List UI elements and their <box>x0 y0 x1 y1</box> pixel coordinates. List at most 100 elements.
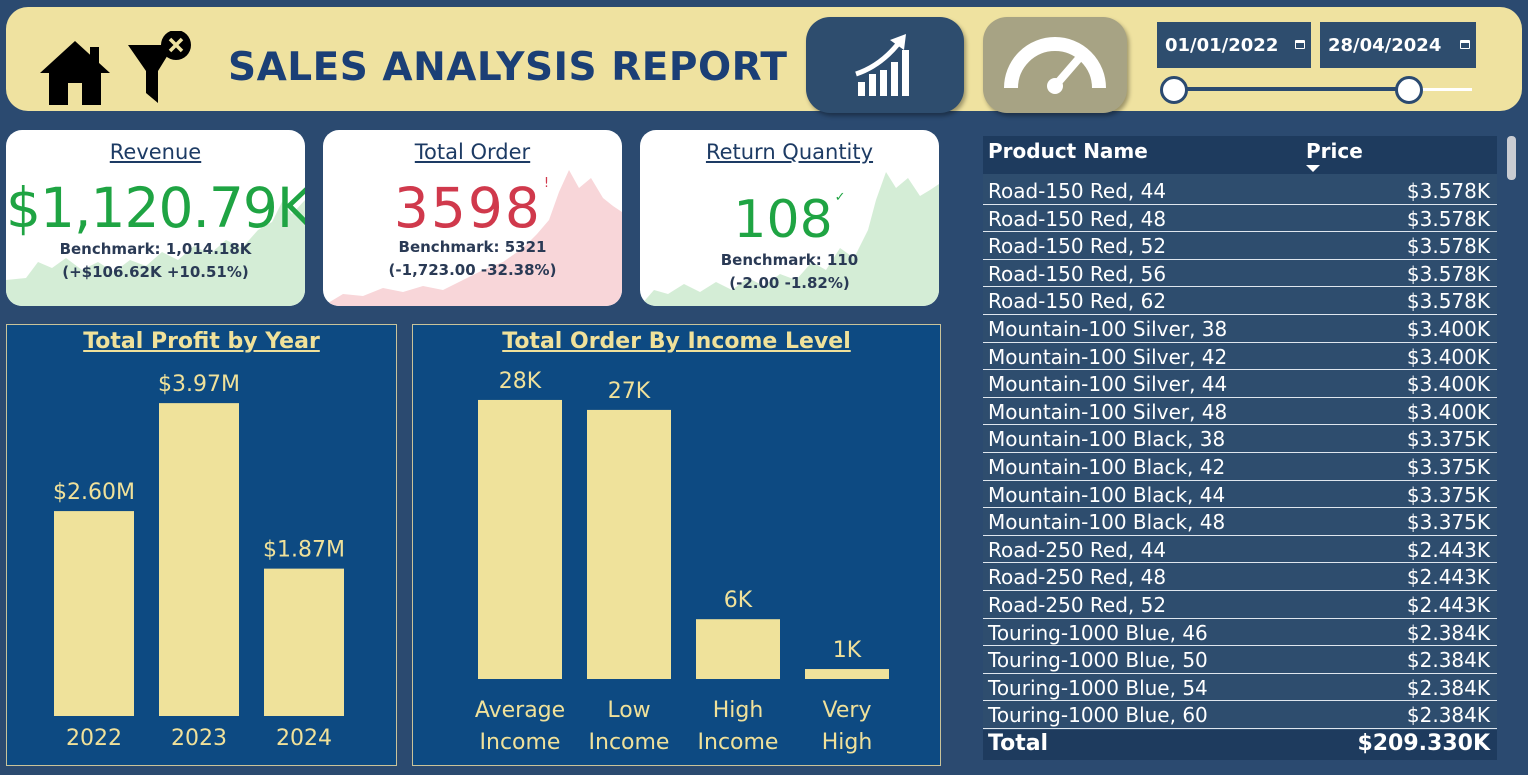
table-row[interactable]: Road-150 Red, 56 $3.578K <box>983 260 1497 288</box>
kpi-value: $1,120.79K✓ <box>6 176 305 240</box>
kpi-benchmark: Benchmark: 1,014.18K (+$106.62K +10.51%) <box>6 238 305 284</box>
data-label: $3.97M <box>158 372 240 397</box>
product-name-cell: Touring-1000 Blue, 46 <box>988 620 1208 645</box>
kpi-variance-text: (-1,723.00 -32.38%) <box>388 261 557 279</box>
price-cell: $3.578K <box>1406 234 1490 259</box>
growth-chart-icon <box>855 34 909 96</box>
kpi-variance-text: (+$106.62K +10.51%) <box>62 263 249 281</box>
table-row[interactable]: Touring-1000 Blue, 60 $2.384K <box>983 701 1497 729</box>
kpi-title: Return Quantity <box>705 140 874 164</box>
kpi-value-text: 3598 <box>393 176 542 240</box>
table-row[interactable]: Mountain-100 Black, 48 $3.375K <box>983 508 1497 536</box>
category-label: Very <box>823 698 872 723</box>
trend-button[interactable] <box>806 17 964 113</box>
table-row[interactable]: Road-150 Red, 62 $3.578K <box>983 287 1497 315</box>
table-row[interactable]: Mountain-100 Silver, 38 $3.400K <box>983 315 1497 343</box>
column-header-price[interactable]: Price <box>1306 139 1363 163</box>
product-name-cell: Mountain-100 Black, 42 <box>988 455 1226 479</box>
bar[interactable] <box>696 619 780 679</box>
product-name-cell: Road-250 Red, 48 <box>988 565 1167 590</box>
header-bar: SALES ANALYSIS REPORT 01/01/2022 28/04/2… <box>6 7 1522 113</box>
kpi-card-revenue[interactable]: Revenue $1,120.79K✓ Benchmark: 1,014.18K… <box>6 130 305 306</box>
bar[interactable] <box>54 511 134 716</box>
page-title: SALES ANALYSIS REPORT <box>228 45 788 90</box>
price-cell: $3.375K <box>1406 427 1490 452</box>
table-row[interactable]: Road-150 Red, 44 $3.578K <box>983 177 1497 205</box>
kpi-title: Total Order <box>414 140 531 164</box>
price-cell: $3.578K <box>1406 206 1490 231</box>
end-date-input[interactable]: 28/04/2024 <box>1320 22 1476 68</box>
table-row[interactable]: Touring-1000 Blue, 50 $2.384K <box>983 646 1497 674</box>
product-name-cell: Touring-1000 Blue, 50 <box>988 648 1208 673</box>
bar[interactable] <box>587 409 671 679</box>
price-cell: $3.375K <box>1406 455 1490 479</box>
product-name-cell: Touring-1000 Blue, 54 <box>988 675 1208 700</box>
kpi-value-text: 108 <box>733 190 833 250</box>
clear-filter-icon[interactable] <box>126 31 198 107</box>
table-row[interactable]: Road-250 Red, 48 $2.443K <box>983 563 1497 591</box>
price-cell: $3.400K <box>1406 372 1490 397</box>
column-header-product-name[interactable]: Product Name <box>988 139 1148 163</box>
order-by-income-chart[interactable]: Total Order By Income Level 28K Average In… <box>412 324 941 766</box>
alert-icon: ! <box>543 176 552 191</box>
calendar-icon[interactable] <box>1295 40 1305 49</box>
price-cell: $2.443K <box>1406 537 1490 562</box>
data-label: $2.60M <box>53 480 135 505</box>
product-price-table[interactable]: Product Name Price Road-150 Red, 44 $3.57… <box>983 136 1497 760</box>
kpi-value: 3598! <box>323 176 622 240</box>
bar[interactable] <box>264 568 344 716</box>
category-label: Income <box>589 730 670 755</box>
table-row[interactable]: Road-150 Red, 52 $3.578K <box>983 232 1497 260</box>
speedometer-icon <box>1004 37 1106 94</box>
date-slider-start-handle[interactable] <box>1160 76 1188 104</box>
table-row[interactable]: Touring-1000 Blue, 46 $2.384K <box>983 619 1497 647</box>
table-row[interactable]: Mountain-100 Black, 42 $3.375K <box>983 453 1497 481</box>
kpi-benchmark: Benchmark: 110 (-2.00 -1.82%) <box>640 249 939 295</box>
bar[interactable] <box>805 669 889 679</box>
category-label: Average <box>475 698 565 723</box>
kpi-benchmark-text: Benchmark: 110 <box>720 251 859 269</box>
table-row[interactable]: Mountain-100 Silver, 44 $3.400K <box>983 370 1497 398</box>
home-icon[interactable] <box>40 39 110 107</box>
table-row[interactable]: Mountain-100 Silver, 42 $3.400K <box>983 343 1497 371</box>
price-cell: $2.384K <box>1406 675 1490 700</box>
start-date-value: 01/01/2022 <box>1165 34 1279 56</box>
table-row[interactable]: Road-150 Red, 48 $3.578K <box>983 205 1497 233</box>
kpi-card-total-order[interactable]: Total Order 3598! Benchmark: 5321 (-1,72… <box>323 130 622 306</box>
date-slider-range <box>1172 87 1410 91</box>
product-name-cell: Road-250 Red, 52 <box>988 593 1167 617</box>
product-name-cell: Road-250 Red, 44 <box>988 537 1167 562</box>
price-cell: $3.400K <box>1406 317 1490 341</box>
sort-descending-icon[interactable] <box>1306 165 1320 172</box>
calendar-icon[interactable] <box>1460 40 1470 49</box>
bar[interactable] <box>478 399 562 679</box>
profit-by-year-chart[interactable]: Total Profit by Year $2.60M 2022 $3.97M 202… <box>6 324 397 766</box>
start-date-input[interactable]: 01/01/2022 <box>1157 22 1311 68</box>
price-cell: $2.443K <box>1406 593 1490 617</box>
table-row[interactable]: Mountain-100 Silver, 48 $3.400K <box>983 398 1497 426</box>
table-scrollbar[interactable] <box>1507 136 1516 180</box>
bar[interactable] <box>159 403 239 716</box>
product-name-cell: Mountain-100 Black, 44 <box>988 482 1226 507</box>
price-cell: $3.375K <box>1406 510 1490 535</box>
date-slider-end-handle[interactable] <box>1395 76 1423 104</box>
price-cell: $3.578K <box>1406 289 1490 314</box>
product-name-cell: Road-150 Red, 44 <box>988 179 1167 203</box>
table-row[interactable]: Touring-1000 Blue, 54 $2.384K <box>983 674 1497 702</box>
price-cell: $2.384K <box>1406 620 1490 645</box>
kpi-card-return-quantity[interactable]: Return Quantity 108 ✓ Benchmark: 110 (-2.… <box>640 130 939 306</box>
product-name-cell: Road-150 Red, 62 <box>988 289 1167 314</box>
table-row[interactable]: Road-250 Red, 52 $2.443K <box>983 591 1497 619</box>
price-cell: $3.578K <box>1406 179 1490 203</box>
category-label: High <box>713 698 764 723</box>
table-row[interactable]: Road-250 Red, 44 $2.443K <box>983 536 1497 564</box>
product-name-cell: Mountain-100 Silver, 44 <box>988 372 1228 397</box>
table-row[interactable]: Mountain-100 Black, 44 $3.375K <box>983 481 1497 509</box>
kpi-title: Revenue <box>109 140 202 164</box>
table-header: Product Name Price <box>983 136 1497 174</box>
table-row[interactable]: Mountain-100 Black, 38 $3.375K <box>983 425 1497 453</box>
category-label: Income <box>698 730 779 755</box>
gauge-button[interactable] <box>983 17 1127 113</box>
product-name-cell: Mountain-100 Black, 38 <box>988 427 1226 452</box>
checkmark-icon: ✓ <box>834 190 846 205</box>
